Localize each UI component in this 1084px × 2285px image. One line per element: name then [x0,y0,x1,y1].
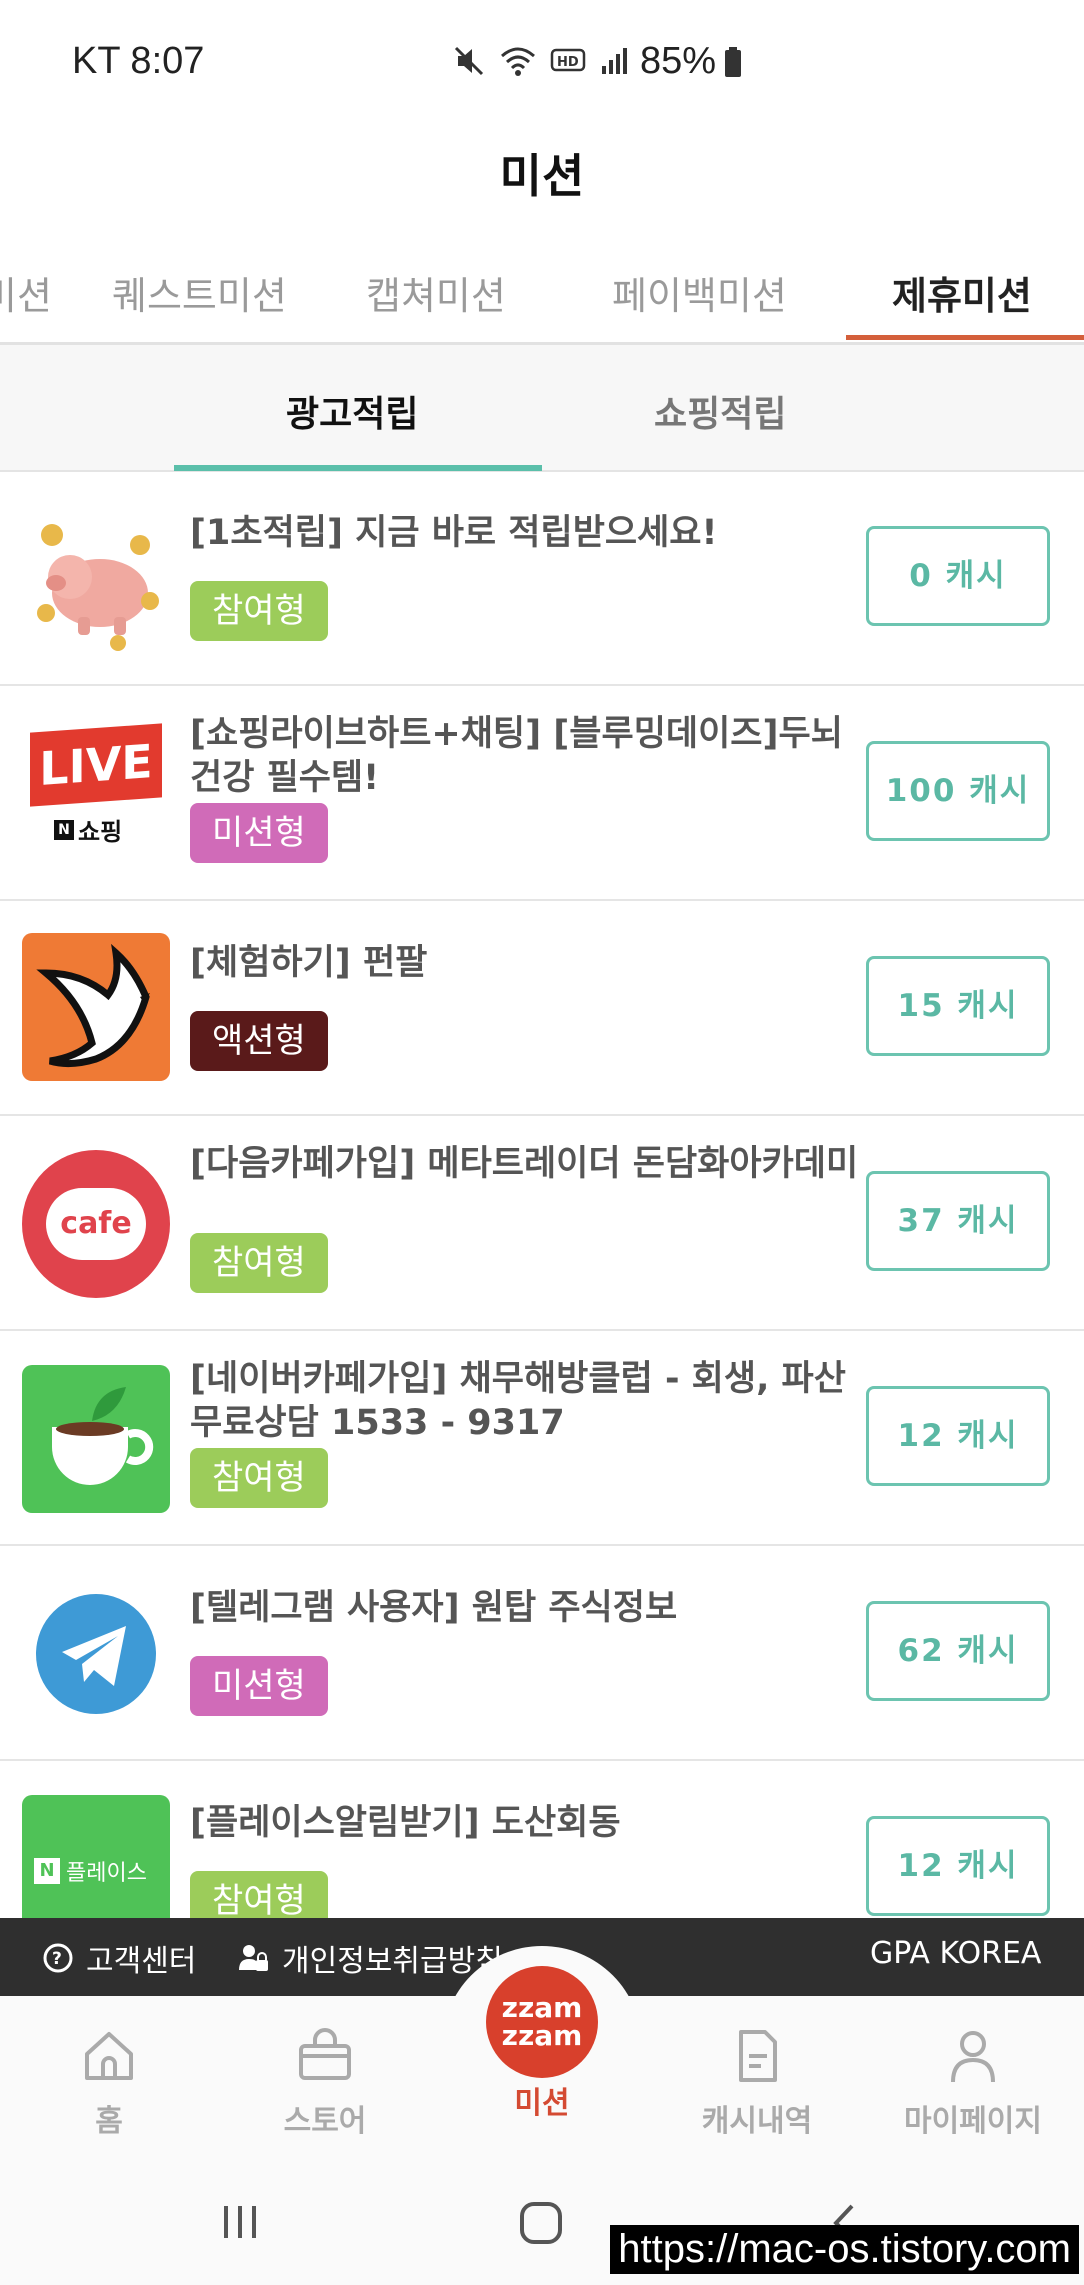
tab-payback-mission[interactable]: 페이백미션 [612,265,787,320]
status-bar: KT 8:07 HD 85% [0,0,1084,130]
user-icon [951,2031,995,2083]
svg-text:HD: HD [557,55,579,70]
cash-button[interactable]: 15 캐시 [866,956,1050,1056]
shopping-label: 쇼핑 [78,818,123,846]
nav-home-label: 홈 [95,2104,123,2139]
watermark: https://mac-os.tistory.com [610,2225,1079,2274]
list-item[interactable]: cafe [다음카페가입] 메타트레이더 돈담화아카데미 참여형 37 캐시 [0,1118,1084,1331]
privacy-lock-icon [239,1945,268,1971]
recent-apps-icon[interactable] [218,2200,262,2244]
mission-title: [텔레그램 사용자] 원탑 주식정보 [190,1588,678,1628]
live-shopping-icon: LIVE N 쇼핑 [22,720,170,868]
home-icon [85,2032,133,2080]
home-button-icon[interactable] [518,2200,564,2246]
daum-cafe-icon: cafe [22,1150,170,1298]
telegram-icon [36,1594,156,1714]
logo-text-bottom: zzam [501,2019,583,2052]
naver-cafe-icon [22,1365,170,1513]
hd-voice-icon: HD [550,48,586,72]
place-label: 플레이스 [66,1861,147,1886]
live-label: LIVE [30,723,162,807]
nav-store-label: 스토어 [283,2104,367,2139]
document-icon [739,2030,777,2082]
privacy-policy-label: 개인정보취급방침 [282,1944,503,1979]
nav-mission[interactable]: 미션 [467,2072,617,2122]
nav-my-page-label: 마이페이지 [904,2104,1042,2139]
top-tabs: 미션 퀘스트미션 캡쳐미션 페이백미션 제휴미션 [0,250,1084,345]
active-subtab-indicator [174,465,542,471]
wifi-icon [501,47,535,76]
naver-n-icon: N [54,819,74,840]
tab-mission[interactable]: 미션 [0,265,52,320]
cash-button[interactable]: 100 캐시 [866,741,1050,841]
company-name: GPA KOREA [870,1936,1042,1971]
active-tab-indicator [846,335,1084,340]
mission-title: [쇼핑라이브하트+채팅] [블루밍데이즈]두뇌건강 필수템! [190,714,843,798]
nav-mission-label: 미션 [514,2086,570,2121]
tab-quest-mission[interactable]: 퀘스트미션 [112,265,287,320]
mission-title: [네이버카페가입] 채무해방클럽 - 회생, 파산 무료상담 1533 - 93… [190,1359,846,1443]
svg-text:?: ? [52,1949,62,1969]
tab-capture-mission[interactable]: 캡쳐미션 [366,265,506,320]
mission-type-badge: 미션형 [190,803,328,863]
page-title: 미션 [499,149,585,203]
sub-tabs: 광고적립 쇼핑적립 [0,345,1084,472]
mission-title: [플레이스알림받기] 도산회동 [190,1803,621,1843]
list-item[interactable]: [1초적립] 지금 바로 적립받으세요! 참여형 0 캐시 [0,473,1084,686]
mission-type-badge: 참여형 [190,1448,328,1508]
nav-store[interactable]: 스토어 [250,2026,400,2140]
nav-home[interactable]: 홈 [34,2026,184,2140]
list-item[interactable]: N 플레이스 [플레이스알림받기] 도산회동 참여형 12 캐시 [0,1763,1084,1943]
cafe-label: cafe [46,1188,146,1260]
cash-button[interactable]: 0 캐시 [866,526,1050,626]
mission-type-badge: 미션형 [190,1656,328,1716]
battery-status: 85% [640,40,742,83]
list-item[interactable]: [네이버카페가입] 채무해방클럽 - 회생, 파산 무료상담 1533 - 93… [0,1333,1084,1546]
mission-type-badge: 참여형 [190,581,328,641]
list-item[interactable]: [체험하기] 펀팔 액션형 15 캐시 [0,903,1084,1116]
list-item[interactable]: [텔레그램 사용자] 원탑 주식정보 미션형 62 캐시 [0,1548,1084,1761]
mission-title: [1초적립] 지금 바로 적립받으세요! [190,513,718,553]
nav-cash-history[interactable]: 캐시내역 [682,2026,832,2140]
nav-my-page[interactable]: 마이페이지 [898,2026,1048,2140]
mission-type-badge: 참여형 [190,1233,328,1293]
cash-button[interactable]: 37 캐시 [866,1171,1050,1271]
battery-icon [725,46,742,77]
subtab-shopping-reward[interactable]: 쇼핑적립 [654,385,786,437]
cash-button[interactable]: 12 캐시 [866,1816,1050,1916]
tab-partner-mission[interactable]: 제휴미션 [892,265,1032,320]
customer-center-label: 고객센터 [86,1944,197,1979]
dove-icon [22,933,170,1081]
shopping-bag-icon [299,2028,351,2080]
mission-type-badge: 액션형 [190,1011,328,1071]
mission-title: [체험하기] 펀팔 [190,943,428,983]
cash-button[interactable]: 12 캐시 [866,1386,1050,1486]
zzamzzam-logo[interactable]: zzam zzam [486,1966,598,2078]
signal-icon [602,48,627,74]
status-time: KT 8:07 [72,40,205,82]
mute-icon [454,46,484,76]
list-item[interactable]: LIVE N 쇼핑 [쇼핑라이브하트+채팅] [블루밍데이즈]두뇌건강 필수템!… [0,688,1084,901]
help-icon: ? [43,1943,73,1973]
naver-n-icon: N [34,1858,60,1884]
cash-button[interactable]: 62 캐시 [866,1601,1050,1701]
logo-text-top: zzam [501,1991,583,2024]
piggy-bank-icon [37,524,159,651]
battery-percent: 85% [640,40,717,82]
privacy-policy-link[interactable]: 개인정보취급방침 [238,1936,503,1980]
mission-title: [다음카페가입] 메타트레이더 돈담화아카데미 [190,1144,859,1184]
status-icons: HD [452,44,630,78]
customer-center-link[interactable]: ? 고객센터 [42,1936,196,1980]
nav-cash-history-label: 캐시내역 [701,2104,813,2139]
subtab-ad-reward[interactable]: 광고적립 [286,385,418,437]
